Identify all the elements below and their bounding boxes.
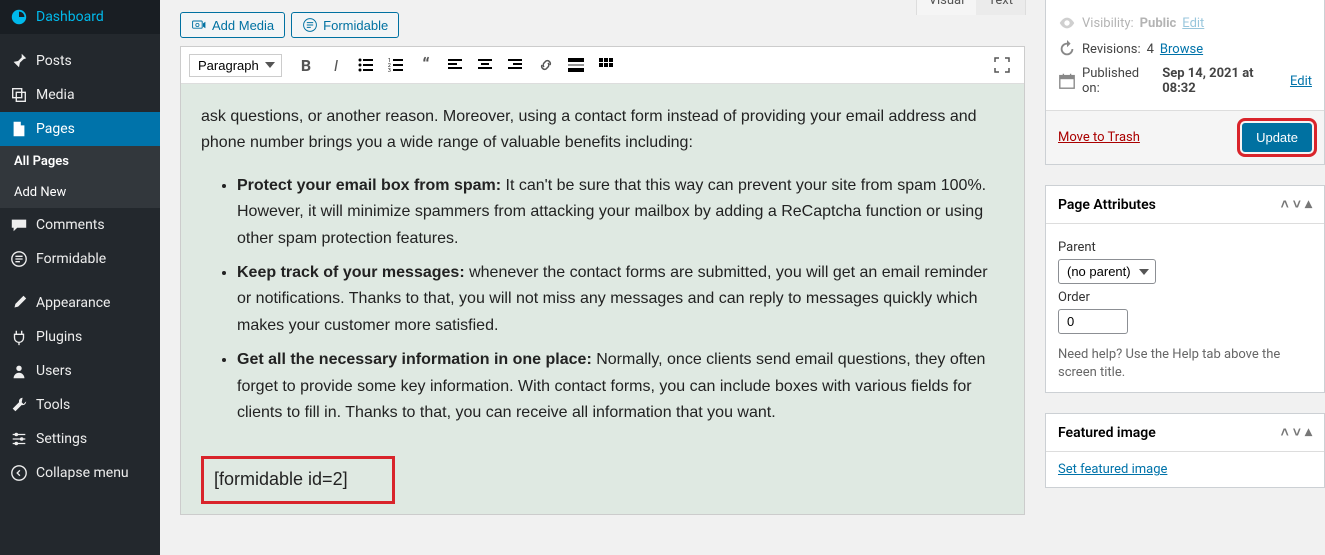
- chevron-down-icon[interactable]: ˅: [1293, 196, 1301, 213]
- set-featured-image-link[interactable]: Set featured image: [1058, 462, 1167, 477]
- user-icon: [10, 362, 28, 380]
- calendar-icon: [1058, 72, 1076, 90]
- update-button[interactable]: Update: [1242, 123, 1312, 152]
- align-right-button[interactable]: [502, 51, 530, 79]
- comment-icon: [10, 216, 28, 234]
- plug-icon: [10, 328, 28, 346]
- media-icon: [10, 86, 28, 104]
- sidebar-item-label: Collapse menu: [36, 465, 129, 481]
- sidebar-item-label: Settings: [36, 431, 87, 447]
- move-to-trash-link[interactable]: Move to Trash: [1058, 130, 1140, 145]
- chevron-up-icon[interactable]: ˄: [1281, 424, 1289, 441]
- parent-select[interactable]: (no parent): [1058, 259, 1156, 284]
- sidebar-item-tools[interactable]: Tools: [0, 388, 160, 422]
- fullscreen-button[interactable]: [988, 51, 1016, 79]
- sidebar-item-comments[interactable]: Comments: [0, 208, 160, 242]
- sidebar-item-label: Appearance: [36, 295, 110, 311]
- sidebar-sub-all-pages[interactable]: All Pages: [0, 146, 160, 177]
- camera-music-icon: [191, 17, 207, 33]
- sidebar-item-plugins[interactable]: Plugins: [0, 320, 160, 354]
- sidebar-item-label: Dashboard: [36, 9, 104, 25]
- collapse-icon: [10, 464, 28, 482]
- publish-box: Visibility: Public Edit Revisions: 4 Bro…: [1045, 0, 1325, 165]
- revisions-icon: [1058, 40, 1076, 58]
- tab-visual[interactable]: Visual: [917, 0, 977, 15]
- svg-text:3: 3: [388, 68, 391, 73]
- edit-date-link[interactable]: Edit: [1290, 74, 1312, 89]
- italic-button[interactable]: I: [322, 51, 350, 79]
- sidebar-item-label: Pages: [36, 121, 75, 137]
- sidebar-item-label: Users: [36, 363, 72, 379]
- formidable-icon: [10, 250, 28, 268]
- chevron-down-icon[interactable]: ˅: [1293, 424, 1301, 441]
- sidebar-item-label: Comments: [36, 217, 105, 233]
- align-center-button[interactable]: [472, 51, 500, 79]
- dashboard-icon: [10, 8, 28, 26]
- brush-icon: [10, 294, 28, 312]
- content-intro: ask questions, or another reason. Moreov…: [201, 104, 1004, 157]
- metabox-title: Featured image: [1058, 425, 1156, 441]
- sidebar-item-formidable[interactable]: Formidable: [0, 242, 160, 276]
- editor-tabs: Visual Text: [916, 0, 1026, 15]
- sidebar-item-settings[interactable]: Settings: [0, 422, 160, 456]
- sidebar-item-label: Plugins: [36, 329, 82, 345]
- order-input[interactable]: [1058, 309, 1128, 334]
- format-select[interactable]: Paragraph: [189, 54, 282, 77]
- shortcode-highlight: [formidable id=2]: [201, 456, 395, 504]
- bullet-list-button[interactable]: [352, 51, 380, 79]
- chevron-up-icon[interactable]: ˄: [1281, 196, 1289, 213]
- help-text: Need help? Use the Help tab above the sc…: [1058, 346, 1312, 382]
- parent-label: Parent: [1058, 240, 1312, 255]
- browse-revisions-link[interactable]: Browse: [1160, 42, 1203, 57]
- formidable-icon: [302, 17, 318, 33]
- editor-toolbar: Paragraph B I 123 “: [181, 47, 1024, 84]
- caret-up-icon[interactable]: ▴: [1305, 424, 1312, 441]
- page-attributes-box: Page Attributes ˄ ˅ ▴ Parent (no parent)…: [1045, 185, 1325, 393]
- eye-icon: [1058, 14, 1076, 32]
- formidable-button[interactable]: Formidable: [291, 12, 399, 38]
- page-icon: [10, 120, 28, 138]
- sidebar-item-pages[interactable]: Pages: [0, 112, 160, 146]
- content-bullet: Keep track of your messages: whenever th…: [237, 260, 1004, 339]
- sidebar-item-label: Formidable: [36, 251, 106, 267]
- sidebar-item-collapse[interactable]: Collapse menu: [0, 456, 160, 490]
- sidebar-item-dashboard[interactable]: Dashboard: [0, 0, 160, 34]
- sidebar-item-label: Media: [36, 87, 75, 103]
- editor-main: Add Media Formidable Visual Text Paragra…: [160, 0, 1045, 555]
- right-panel: Visibility: Public Edit Revisions: 4 Bro…: [1045, 0, 1325, 555]
- sidebar-sub-add-new[interactable]: Add New: [0, 177, 160, 208]
- editor-box: Paragraph B I 123 “ ask questions, or an…: [180, 46, 1025, 515]
- content-bullet: Protect your email box from spam: It can…: [237, 173, 1004, 252]
- sidebar-item-users[interactable]: Users: [0, 354, 160, 388]
- pin-icon: [10, 52, 28, 70]
- sidebar-item-appearance[interactable]: Appearance: [0, 286, 160, 320]
- admin-sidebar: Dashboard Posts Media Pages All Pages Ad…: [0, 0, 160, 555]
- sidebar-item-posts[interactable]: Posts: [0, 44, 160, 78]
- toolbar-toggle-button[interactable]: [592, 51, 620, 79]
- metabox-title: Page Attributes: [1058, 197, 1156, 213]
- order-label: Order: [1058, 290, 1312, 305]
- readmore-button[interactable]: [562, 51, 590, 79]
- sidebar-item-label: Posts: [36, 53, 72, 69]
- wrench-icon: [10, 396, 28, 414]
- tab-text[interactable]: Text: [976, 0, 1025, 15]
- sidebar-item-label: Tools: [36, 397, 70, 413]
- add-media-button[interactable]: Add Media: [180, 12, 285, 38]
- align-left-button[interactable]: [442, 51, 470, 79]
- sidebar-item-media[interactable]: Media: [0, 78, 160, 112]
- link-button[interactable]: [532, 51, 560, 79]
- blockquote-button[interactable]: “: [412, 51, 440, 79]
- featured-image-box: Featured image ˄ ˅ ▴ Set featured image: [1045, 413, 1325, 488]
- content-bullet: Get all the necessary information in one…: [237, 347, 1004, 426]
- edit-visibility-link[interactable]: Edit: [1182, 16, 1204, 31]
- editor-content[interactable]: ask questions, or another reason. Moreov…: [181, 84, 1024, 514]
- sliders-icon: [10, 430, 28, 448]
- bold-button[interactable]: B: [292, 51, 320, 79]
- number-list-button[interactable]: 123: [382, 51, 410, 79]
- caret-up-icon[interactable]: ▴: [1305, 196, 1312, 213]
